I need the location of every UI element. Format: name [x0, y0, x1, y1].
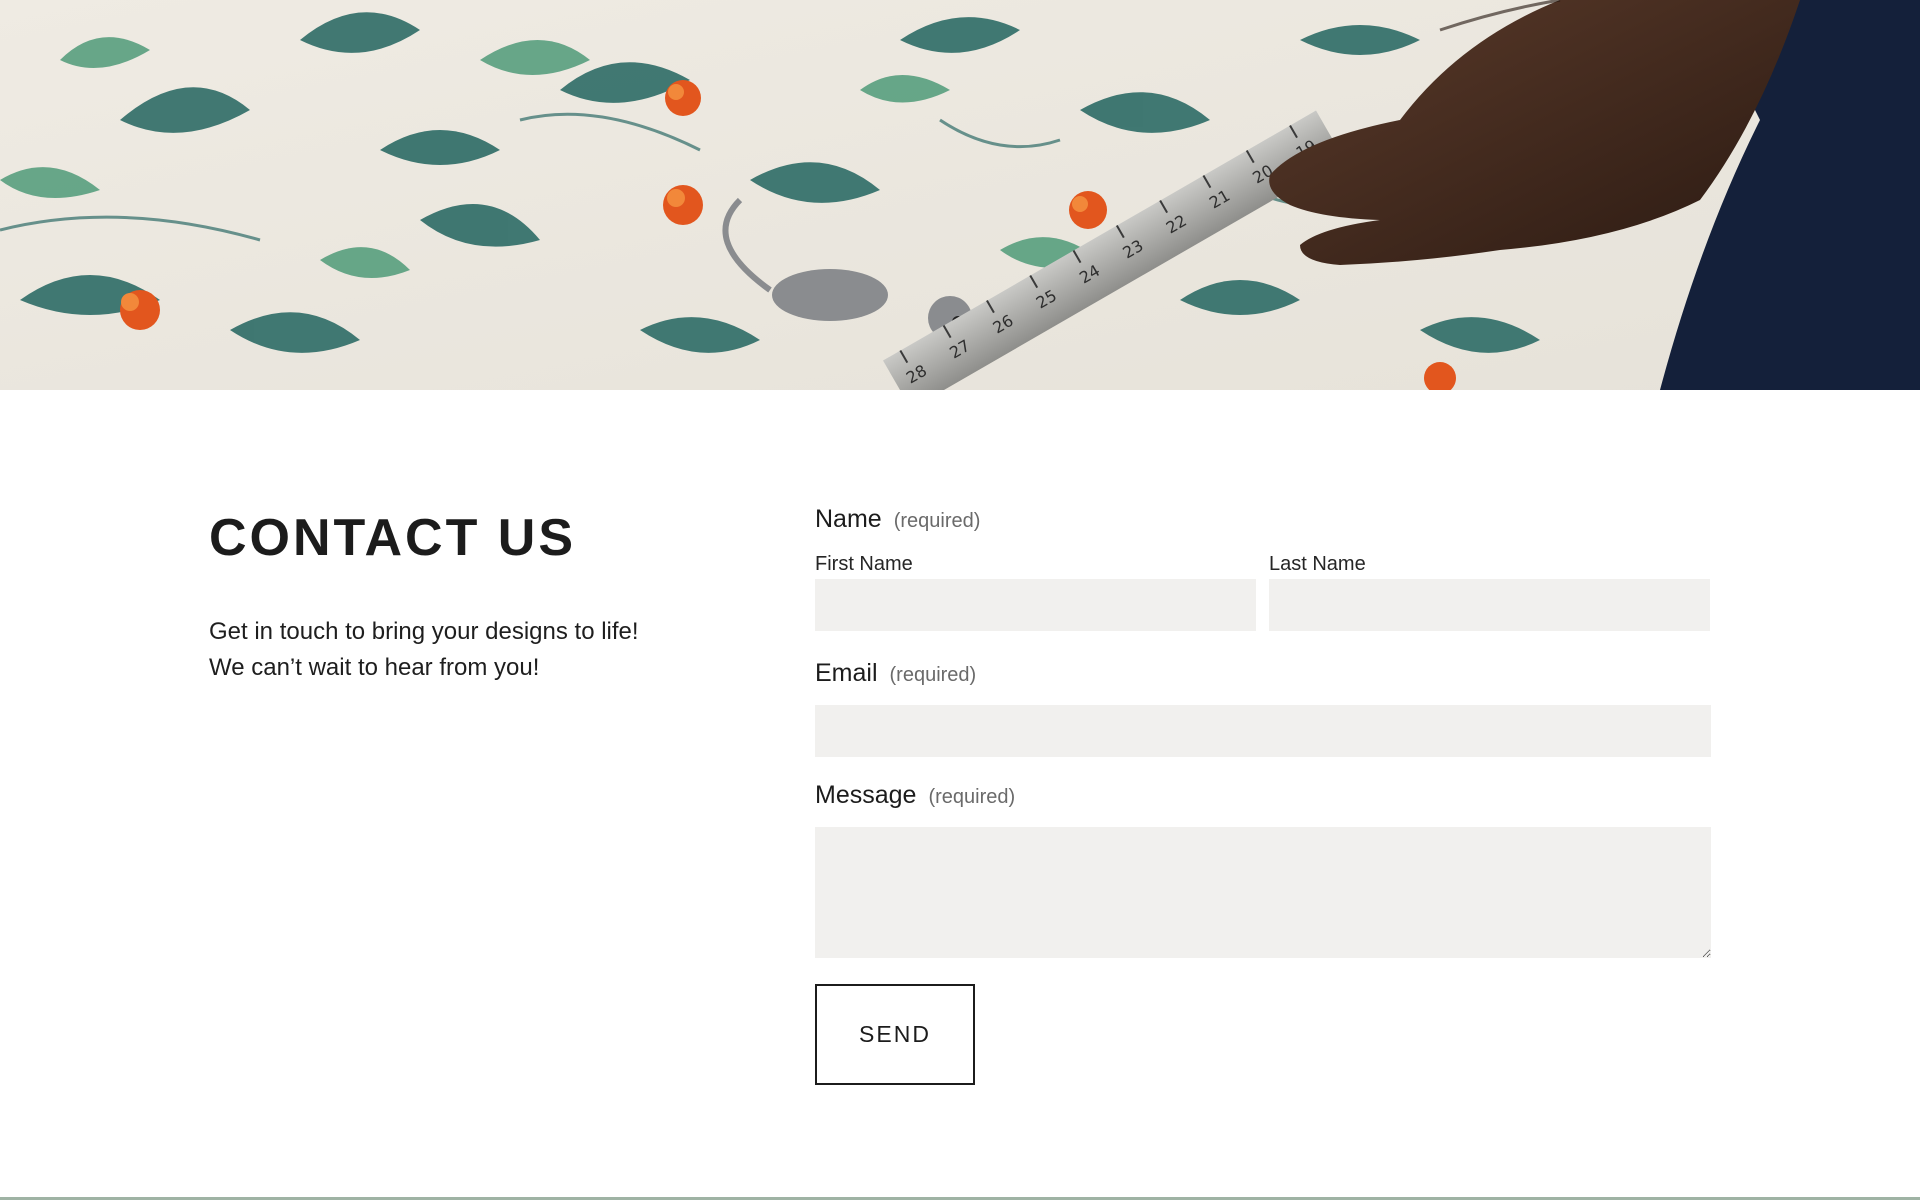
- page-title: CONTACT US: [209, 509, 577, 567]
- message-group: Message (required): [815, 781, 1711, 958]
- first-name-input[interactable]: [815, 579, 1256, 631]
- intro-line: Get in touch to bring your designs to li…: [209, 618, 639, 645]
- fabric-illustration: 28 27 26 25 24 23 22 21 20 19: [0, 0, 1920, 390]
- name-label: Name: [815, 505, 882, 533]
- email-field-label: Email (required): [815, 659, 1711, 699]
- required-hint: (required): [893, 510, 981, 532]
- page: 28 27 26 25 24 23 22 21 20 19 CONTACT US: [0, 0, 1920, 1200]
- required-hint: (required): [889, 664, 977, 686]
- name-row: First Name Last Name: [815, 549, 1711, 631]
- first-name-label: First Name: [815, 553, 913, 575]
- intro-line: We can’t wait to hear from you!: [209, 654, 540, 681]
- email-label: Email: [815, 659, 878, 687]
- last-name-label: Last Name: [1269, 553, 1366, 575]
- last-name-input[interactable]: [1269, 579, 1710, 631]
- contact-form: Name (required) First Name Last Name Ema…: [815, 505, 1711, 1085]
- first-name-group: First Name: [815, 549, 1256, 631]
- message-label: Message: [815, 781, 917, 809]
- message-textarea[interactable]: [815, 827, 1711, 958]
- email-input[interactable]: [815, 705, 1711, 757]
- hero-image: 28 27 26 25 24 23 22 21 20 19: [0, 0, 1920, 390]
- send-button[interactable]: SEND: [815, 984, 975, 1085]
- contact-intro: Get in touch to bring your designs to li…: [209, 614, 729, 686]
- email-group: Email (required): [815, 659, 1711, 757]
- message-field-label: Message (required): [815, 781, 1711, 821]
- name-field-label: Name (required): [815, 505, 1711, 545]
- required-hint: (required): [928, 786, 1016, 808]
- last-name-group: Last Name: [1269, 549, 1710, 631]
